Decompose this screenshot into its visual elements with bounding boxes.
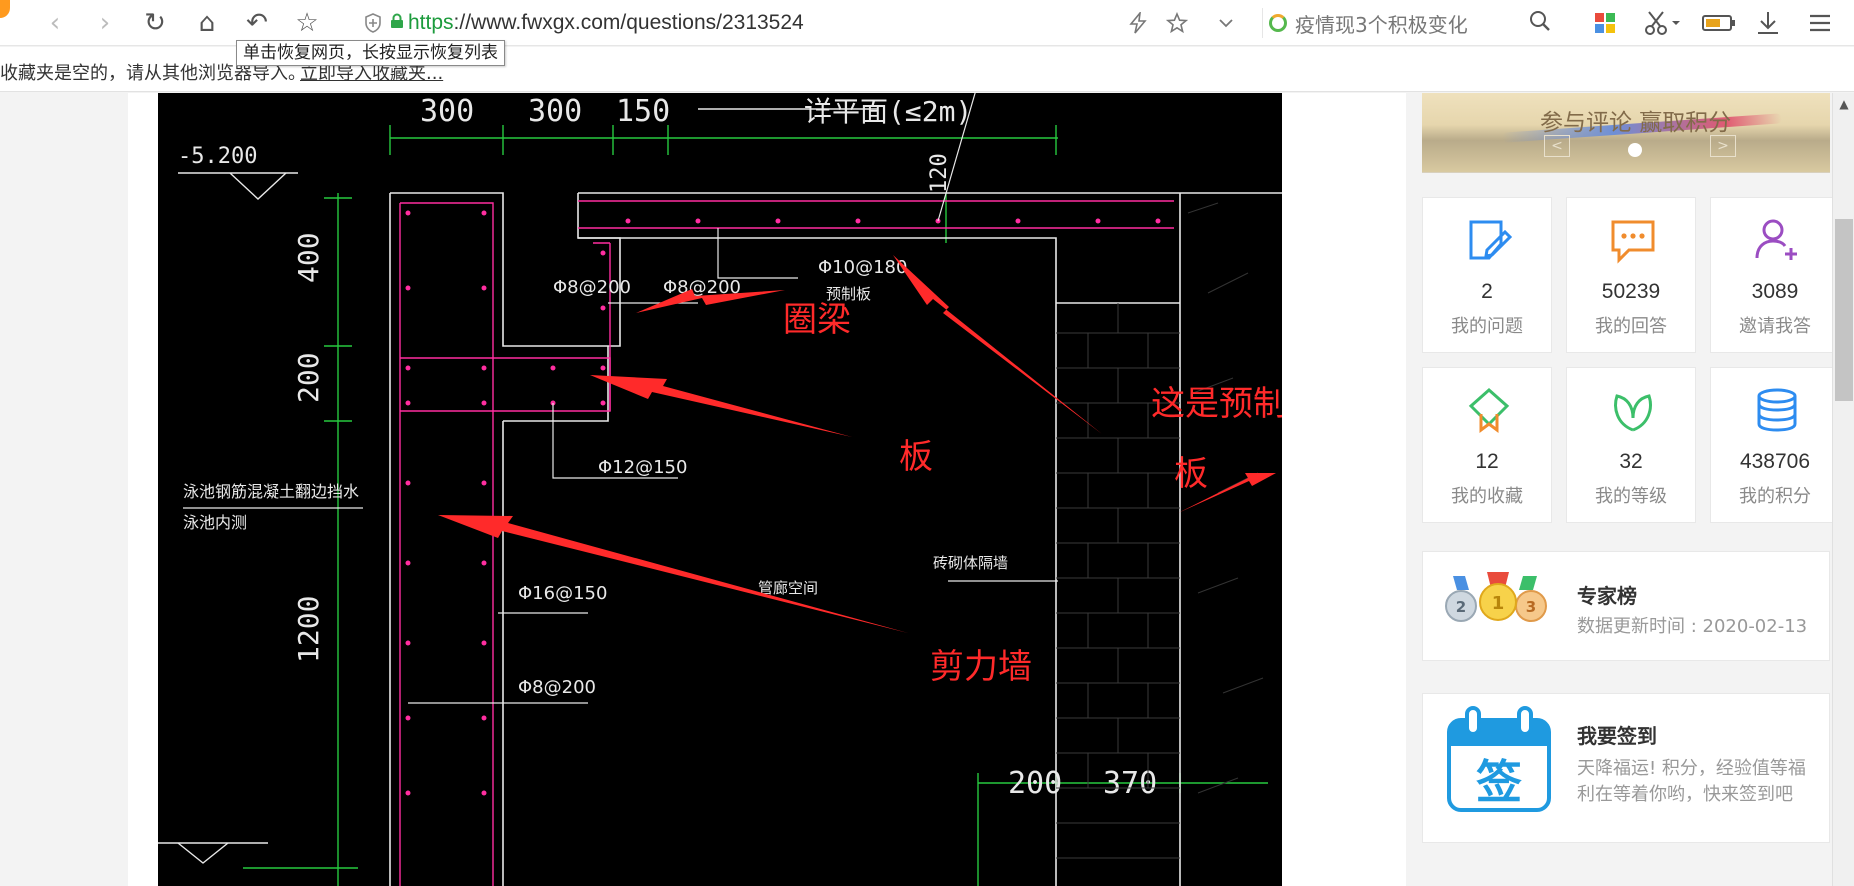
annotation-precast: 这是预制构件，不用绘制的 <box>1151 384 1282 424</box>
signin-description: 天降福运! 积分，经验值等福利在等着你哟，快来签到吧 <box>1577 758 1806 805</box>
address-bar[interactable]: https://www.fwxgx.com/questions/2313524 <box>362 6 1246 40</box>
stat-my-level[interactable]: 32 我的等级 <box>1566 367 1696 523</box>
download-icon[interactable] <box>1752 6 1784 40</box>
home-button[interactable]: ⌂ <box>190 6 224 40</box>
forward-button[interactable]: › <box>88 6 122 40</box>
annotation-shear-wall: 剪力墙 <box>930 647 1032 687</box>
rebar-label-1: Φ8@200 <box>553 277 631 298</box>
annotation-quanliang: 圈梁 <box>783 300 851 340</box>
banner-next-button[interactable]: > <box>1710 135 1736 157</box>
flash-icon[interactable] <box>1128 6 1156 40</box>
add-user-icon <box>1755 219 1797 260</box>
stat-label: 我的问题 <box>1451 316 1523 337</box>
lock-icon <box>390 13 404 33</box>
restore-page-button[interactable]: ↶ <box>240 6 274 40</box>
search-engine-icon <box>1269 14 1287 32</box>
bookmark-icon <box>1468 387 1510 433</box>
stat-num: 12 <box>1475 450 1499 473</box>
url-scheme: https <box>408 11 454 34</box>
chat-bubble-icon <box>1611 220 1655 264</box>
dim-bottom-1: 200 <box>1008 766 1062 801</box>
level-label: -5.200 <box>178 144 257 169</box>
browser-logo-icon <box>0 0 10 18</box>
stat-my-points[interactable]: 438706 我的积分 <box>1710 367 1840 523</box>
bookmark-star-button[interactable]: ☆ <box>290 6 324 40</box>
search-suggestion[interactable]: 疫情现3个积极变化 <box>1295 9 1468 38</box>
signin-badge: 签 <box>1476 755 1522 809</box>
cad-drawing-image: 300 300 150 详平面(≤2m) -5.200 200 370 400 … <box>158 93 1282 886</box>
banner-title: 参与评论 赢取积分 <box>1540 110 1732 136</box>
menu-icon[interactable] <box>1804 6 1836 40</box>
reload-button[interactable]: ↻ <box>138 6 172 40</box>
dim-bottom-2: 370 <box>1103 766 1157 801</box>
dim-left-200: 200 <box>292 352 325 403</box>
stat-my-favorites[interactable]: 12 我的收藏 <box>1422 367 1552 523</box>
banner-dot[interactable] <box>1628 143 1642 157</box>
stat-my-questions[interactable]: 2 我的问题 <box>1422 197 1552 353</box>
web-page: 300 300 150 详平面(≤2m) -5.200 200 370 400 … <box>0 93 1840 886</box>
rebar-label-3: Φ10@180 <box>818 257 907 278</box>
annotation-ban-1: 板 <box>899 437 933 477</box>
medal-bronze: 3 <box>1526 598 1536 616</box>
battery-icon[interactable] <box>1700 6 1738 40</box>
stat-label: 我的收藏 <box>1451 486 1523 507</box>
stat-my-answers[interactable]: 50239 我的回答 <box>1566 197 1696 353</box>
stat-num: 50239 <box>1601 280 1661 303</box>
back-button[interactable]: ‹ <box>38 6 72 40</box>
medals-icon: 2 3 1 <box>1445 572 1547 622</box>
experts-title: 专家榜 <box>1577 584 1637 608</box>
experts-update-time: 数据更新时间 : 2020-02-13 <box>1577 616 1808 637</box>
medal-silver: 2 <box>1456 598 1466 616</box>
rebar-label-4: Φ12@150 <box>598 457 687 478</box>
url-path: ://www.fwxgx.com/questions/2313524 <box>453 11 804 34</box>
experts-card[interactable]: 2 3 1 专家榜 数据更新时间 : 2020-02-13 <box>1422 551 1830 661</box>
stat-label: 我的等级 <box>1595 486 1667 507</box>
signin-card[interactable]: 签 我要签到 天降福运! 积分，经验值等福利在等着你哟，快来签到吧 <box>1422 693 1830 843</box>
arrow-shear-wall <box>438 515 908 633</box>
brick-wall-label: 砖砌体隔墙 <box>933 554 1008 572</box>
star-icon[interactable] <box>1166 6 1194 40</box>
restore-tooltip: 单击恢复网页，长按显示恢复列表 <box>236 40 505 66</box>
stat-num: 2 <box>1481 280 1493 303</box>
medal-gold: 1 <box>1492 593 1505 614</box>
scroll-up-button[interactable]: ▲ <box>1833 93 1854 115</box>
signin-title: 我要签到 <box>1577 724 1657 748</box>
edit-note-icon <box>1469 220 1513 260</box>
rebar-label-5: Φ16@150 <box>518 583 607 604</box>
dim-left-400: 400 <box>292 232 325 283</box>
dim-top-2: 300 <box>528 94 582 129</box>
dim-left-1200: 1200 <box>292 596 325 663</box>
search-box[interactable]: 疫情现3个积极变化 <box>1262 8 1552 38</box>
promo-banner[interactable]: 参与评论 赢取积分 < > <box>1422 93 1830 173</box>
arrow-ban-1 <box>590 375 852 437</box>
stat-invited[interactable]: 3089 邀请我答 <box>1710 197 1840 353</box>
chevron-down-icon[interactable] <box>1218 6 1240 40</box>
stat-label: 我的回答 <box>1595 316 1667 337</box>
right-sidebar: 参与评论 赢取积分 < > 2 我的问题 50239 我的回答 3089 邀请我… <box>1422 93 1840 886</box>
stat-num: 3089 <box>1751 280 1799 303</box>
annotation-ban-2: 板 <box>1174 454 1208 494</box>
shield-icon <box>362 12 384 34</box>
page-scrollbar[interactable]: ▲ <box>1832 93 1854 886</box>
stat-label: 邀请我答 <box>1739 316 1811 337</box>
rebar-label-6: Φ8@200 <box>518 677 596 698</box>
pool-label-1: 泳池钢筋混凝土翻边挡水 <box>183 482 359 501</box>
dim-top-1: 300 <box>420 94 474 129</box>
apps-grid-icon[interactable] <box>1590 6 1620 40</box>
calendar-signin-icon: 签 <box>1447 706 1551 812</box>
stat-label: 我的积分 <box>1739 486 1811 507</box>
cad-drawing-svg: 300 300 150 详平面(≤2m) -5.200 200 370 400 … <box>158 93 1282 886</box>
stat-num: 438706 <box>1739 450 1811 473</box>
banner-prev-button[interactable]: < <box>1544 135 1570 157</box>
stat-num: 32 <box>1619 450 1643 473</box>
leaf-icon <box>1614 394 1652 432</box>
arrow-precast <box>893 255 1102 434</box>
coins-stack-icon <box>1757 388 1797 432</box>
search-icon[interactable] <box>1528 8 1552 40</box>
detail-label: 详平面(≤2m) <box>804 95 972 128</box>
scroll-thumb[interactable] <box>1835 219 1853 401</box>
pool-label-2: 泳池内测 <box>183 513 247 532</box>
scissors-icon[interactable] <box>1640 6 1686 40</box>
dim-top-3: 150 <box>616 94 670 129</box>
